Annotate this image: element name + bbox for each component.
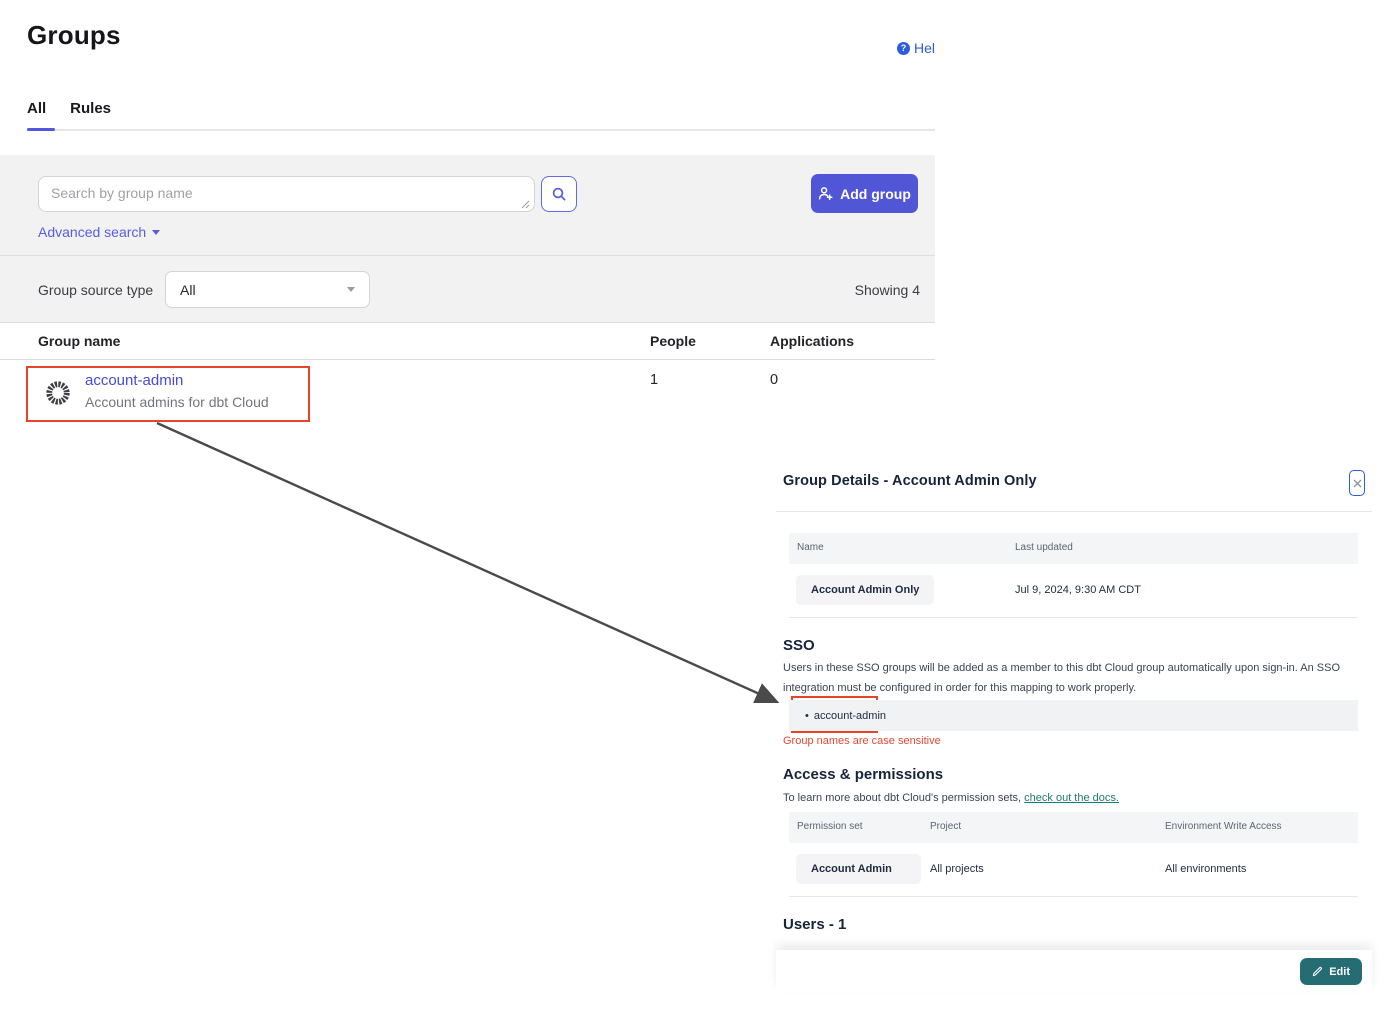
permissions-description: To learn more about dbt Cloud's permissi… xyxy=(783,788,1358,808)
name-table: Name Last updated Account Admin Only Jul… xyxy=(789,533,1358,618)
edit-button[interactable]: Edit xyxy=(1300,958,1362,985)
people-count: 1 xyxy=(650,372,658,388)
bullet-icon: • xyxy=(805,710,809,722)
permissions-description-text: To learn more about dbt Cloud's permissi… xyxy=(783,792,1024,804)
users-heading: Users - 1 xyxy=(783,916,846,933)
help-link[interactable]: ? Help xyxy=(897,38,935,58)
permissions-heading: Access & permissions xyxy=(783,766,943,783)
col-permission-set: Permission set xyxy=(797,821,863,832)
close-icon xyxy=(1353,479,1362,488)
col-project: Project xyxy=(930,821,961,832)
caret-down-icon xyxy=(347,287,355,292)
group-description: Account admins for dbt Cloud xyxy=(85,394,269,410)
permissions-table-header: Permission set Project Environment Write… xyxy=(789,812,1358,843)
tab-rules[interactable]: Rules xyxy=(70,100,111,117)
help-link-label: Help xyxy=(914,40,935,56)
close-button[interactable] xyxy=(1349,470,1365,496)
divider xyxy=(776,511,1372,512)
tab-active-indicator xyxy=(27,128,55,131)
case-sensitive-warning: Group names are case sensitive xyxy=(783,735,941,747)
detail-footer: Edit xyxy=(776,950,1372,992)
permission-set-chip: Account Admin xyxy=(796,854,921,884)
sso-group-chip: account-admin xyxy=(814,710,886,722)
tab-all[interactable]: All xyxy=(27,100,46,117)
add-group-label: Add group xyxy=(840,186,911,202)
showing-count: Showing 4 xyxy=(790,282,920,298)
group-name-chip: Account Admin Only xyxy=(796,575,934,605)
groups-page: Groups ? Help All Rules Advanced search xyxy=(0,0,1386,1009)
advanced-search-label: Advanced search xyxy=(38,224,146,240)
search-input[interactable] xyxy=(38,176,535,212)
search-button[interactable] xyxy=(541,176,577,212)
help-icon: ? xyxy=(897,42,910,55)
table-row[interactable]: account-admin Account admins for dbt Clo… xyxy=(0,360,935,428)
divider xyxy=(0,255,935,256)
col-applications: Applications xyxy=(770,333,854,349)
group-name-link[interactable]: account-admin xyxy=(85,372,183,389)
tabbar-track xyxy=(27,129,935,131)
name-table-header: Name Last updated xyxy=(789,533,1358,564)
tab-bar: All Rules xyxy=(27,100,111,117)
add-user-icon xyxy=(818,186,833,201)
project-value: All projects xyxy=(930,863,984,875)
permissions-table-row: Account Admin All projects All environme… xyxy=(789,843,1358,897)
caret-down-icon xyxy=(152,230,160,235)
permissions-table: Permission set Project Environment Write… xyxy=(789,812,1358,897)
detail-panel-title: Group Details - Account Admin Only xyxy=(783,473,1037,489)
sso-description: Users in these SSO groups will be added … xyxy=(783,658,1358,699)
sso-group-row: • account-admin xyxy=(789,700,1358,731)
docs-link[interactable]: check out the docs. xyxy=(1024,792,1119,804)
pencil-icon xyxy=(1312,966,1323,977)
search-icon xyxy=(551,186,567,202)
page-title: Groups xyxy=(27,20,121,51)
col-people: People xyxy=(650,333,696,349)
edit-button-label: Edit xyxy=(1329,966,1350,978)
env-write-value: All environments xyxy=(1165,863,1246,875)
col-last-updated: Last updated xyxy=(1015,542,1073,553)
select-value: All xyxy=(180,282,196,298)
col-env-write: Environment Write Access xyxy=(1165,821,1282,832)
sso-heading: SSO xyxy=(783,637,815,654)
group-sunburst-icon xyxy=(44,379,72,407)
groups-table-header: Group name People Applications xyxy=(0,322,935,360)
advanced-search-link[interactable]: Advanced search xyxy=(38,224,160,240)
filter-panel: Advanced search Add group Group source t… xyxy=(0,155,935,322)
col-name: Name xyxy=(797,542,824,553)
name-table-row: Account Admin Only Jul 9, 2024, 9:30 AM … xyxy=(789,564,1358,618)
group-source-type-select[interactable]: All xyxy=(165,271,370,308)
col-group-name: Group name xyxy=(38,333,120,349)
group-source-type-label: Group source type xyxy=(38,282,153,298)
add-group-button[interactable]: Add group xyxy=(811,174,918,213)
last-updated-value: Jul 9, 2024, 9:30 AM CDT xyxy=(1015,584,1141,596)
applications-count: 0 xyxy=(770,372,778,388)
